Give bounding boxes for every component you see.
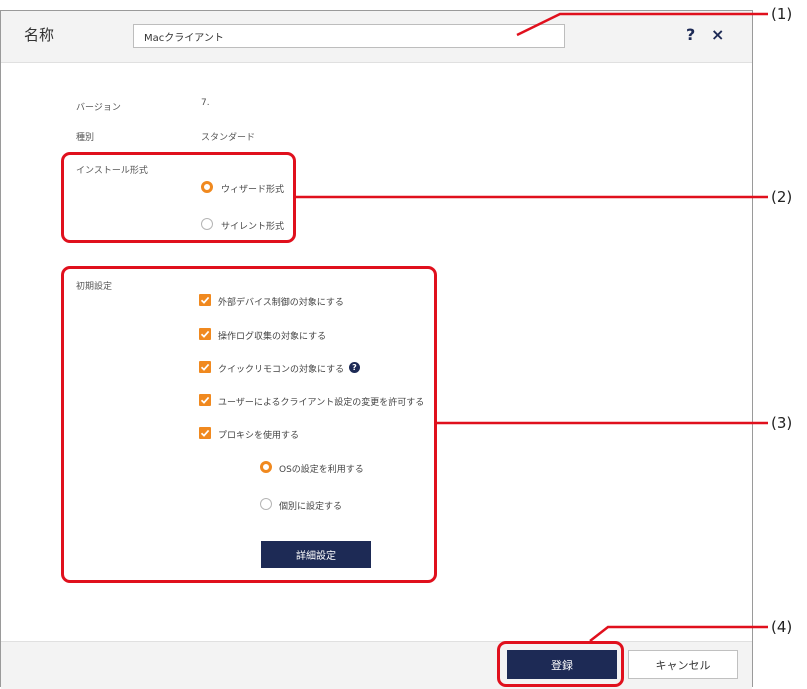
callout-box-initial-settings — [61, 266, 437, 583]
callout-label-3: (3) — [771, 414, 793, 432]
dialog-header: 名称 ? × — [1, 11, 752, 63]
help-icon[interactable]: ? — [686, 25, 695, 44]
version-value: 7. — [201, 98, 210, 108]
name-input[interactable] — [133, 24, 565, 48]
callout-label-4: (4) — [771, 618, 793, 636]
callout-box-install-format — [61, 152, 296, 243]
version-label: バージョン — [76, 103, 121, 113]
callout-box-register — [497, 641, 624, 687]
type-label: 種別 — [76, 133, 95, 143]
callout-label-2: (2) — [771, 188, 793, 206]
cancel-button[interactable]: キャンセル — [628, 650, 738, 679]
name-label: 名称 — [24, 26, 55, 44]
callout-label-1: (1) — [771, 5, 793, 23]
close-icon[interactable]: × — [711, 25, 724, 44]
type-value: スタンダード — [201, 133, 256, 143]
